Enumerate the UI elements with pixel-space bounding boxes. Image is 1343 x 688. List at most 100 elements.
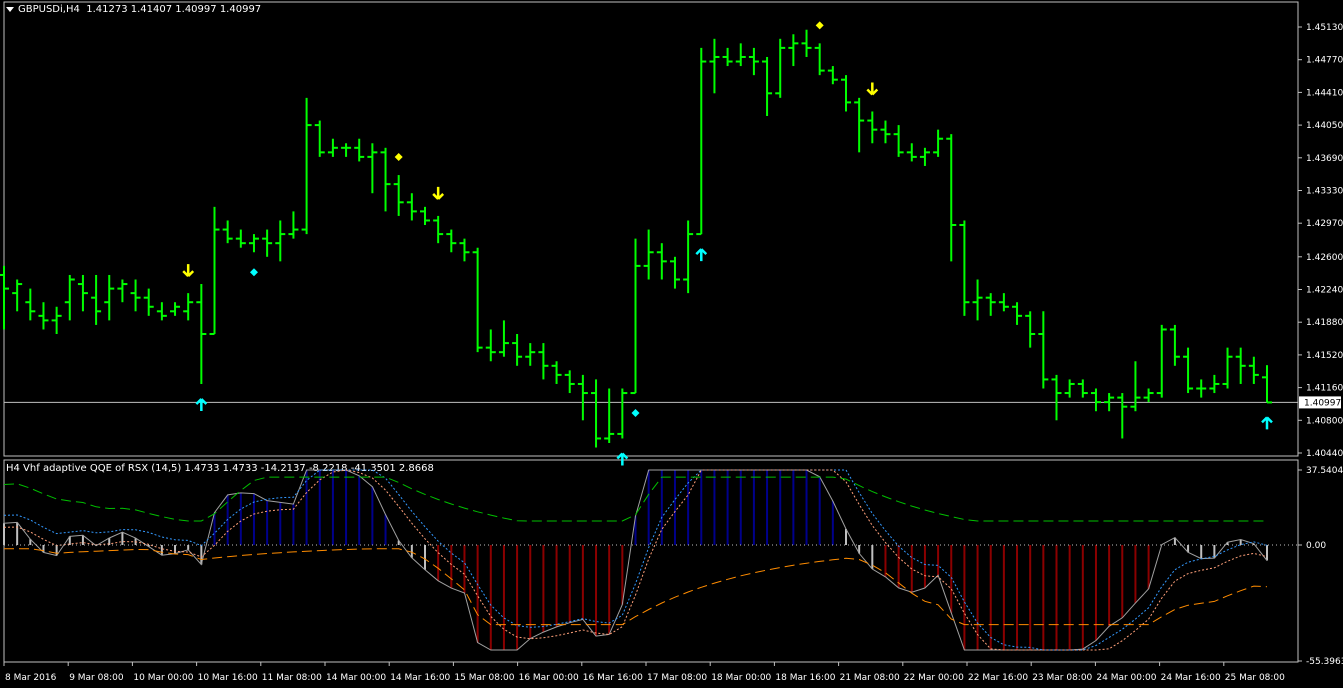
ohlc-bar — [0, 265, 9, 330]
ohlc-bar — [814, 43, 825, 76]
ohlc-bar — [854, 97, 865, 153]
ohlc-bar — [1235, 347, 1246, 384]
price-tick-label: 1.42970 — [1306, 219, 1343, 229]
sell-arrow-icon — [866, 82, 879, 96]
ohlc-bar — [314, 120, 325, 157]
price-tick-label: 1.45130 — [1306, 23, 1343, 33]
ohlc-bar — [301, 97, 312, 235]
indicator-min-label: -55.3963 — [1306, 657, 1343, 667]
ohlc-bar — [485, 329, 496, 362]
ohlc-bar — [1196, 379, 1207, 398]
ohlc-bar — [354, 138, 365, 162]
ohlc-bar — [683, 220, 694, 294]
buy-arrow-icon — [1261, 416, 1273, 430]
ohlc-bar — [998, 293, 1009, 312]
ohlc-bar — [893, 125, 904, 157]
ohlc-bar — [1143, 388, 1154, 403]
time-tick-label: 16 Mar 16:00 — [583, 673, 643, 683]
ohlc-bar — [1038, 311, 1049, 389]
ohlc-bar — [130, 279, 141, 312]
ohlc-bar — [12, 279, 23, 312]
time-tick-label: 24 Mar 16:00 — [1161, 673, 1221, 683]
ohlc-bar — [288, 211, 299, 239]
ohlc-bar — [669, 256, 680, 289]
ohlc-bar — [1156, 324, 1167, 398]
time-tick-label: 21 Mar 08:00 — [840, 673, 900, 683]
ohlc-bar — [209, 206, 220, 336]
ohlc-bar — [393, 175, 404, 216]
ohlc-bar — [143, 288, 154, 316]
time-tick-label: 22 Mar 16:00 — [968, 673, 1028, 683]
ohlc-bar — [498, 320, 509, 357]
ohlc-bar — [525, 343, 536, 366]
ohlc-bars — [0, 29, 1272, 448]
ohlc-bar — [696, 47, 707, 236]
time-axis: 8 Mar 2016 9 Mar 08:00 10 Mar 00:00 10 Mar … — [3, 662, 1285, 683]
price-tick-label: 1.41880 — [1306, 318, 1343, 328]
ohlc-bar — [459, 238, 470, 262]
ohlc-bar — [735, 43, 746, 67]
ohlc-bar — [1051, 374, 1062, 421]
buy-arrow-icon — [616, 452, 629, 466]
ohlc-bar — [841, 75, 851, 112]
price-tick-label: 1.42600 — [1306, 253, 1343, 263]
ohlc-bar — [1012, 302, 1023, 325]
ohlc-bar — [880, 120, 891, 144]
time-tick-label: 9 Mar 08:00 — [69, 673, 124, 683]
ohlc-bar — [117, 279, 128, 303]
time-tick-label: 11 Mar 08:00 — [262, 673, 322, 683]
ohlc-bar — [406, 193, 417, 221]
buy-arrow-icon — [195, 398, 208, 411]
ohlc-bar — [604, 388, 615, 444]
price-tick-label: 1.43330 — [1306, 186, 1343, 196]
ohlc-bar — [722, 47, 733, 67]
ohlc-bar — [156, 302, 167, 321]
ohlc-bar — [196, 284, 207, 384]
ohlc-bar — [801, 29, 812, 57]
ohlc-bar — [1090, 388, 1101, 412]
ohlc-bar — [275, 220, 286, 262]
indicator-max-label: 37.5404 — [1306, 466, 1343, 476]
ohlc-bar — [933, 129, 944, 157]
time-tick-label: 14 Mar 16:00 — [390, 673, 450, 683]
ohlc-bar — [420, 206, 430, 226]
time-tick-label: 18 Mar 00:00 — [711, 673, 771, 683]
ohlc-bar — [1025, 311, 1036, 348]
ohlc-bar — [919, 147, 930, 166]
time-tick-label: 10 Mar 00:00 — [133, 673, 193, 683]
price-chart-canvas[interactable]: 1.45130 1.44770 1.44410 1.44050 1.43690 1.433… — [0, 0, 1343, 688]
price-tick-label: 1.44410 — [1306, 88, 1343, 98]
ohlc-bar — [577, 374, 588, 421]
time-tick-label: 15 Mar 08:00 — [454, 673, 514, 683]
indicator-panel — [3, 469, 1298, 651]
ohlc-bar — [235, 229, 246, 248]
time-tick-label: 17 Mar 08:00 — [647, 673, 707, 683]
ohlc-bar — [985, 293, 996, 316]
ohlc-bar — [748, 47, 759, 76]
ohlc-bar — [1130, 361, 1141, 412]
ohlc-bar — [617, 388, 628, 439]
price-tick-label: 1.44050 — [1306, 121, 1343, 131]
ohlc-bar — [38, 302, 49, 330]
ohlc-bar — [1169, 324, 1180, 366]
lower-level-line — [4, 548, 1268, 626]
ohlc-bar — [591, 379, 602, 448]
ohlc-bar — [564, 370, 575, 394]
price-tick-label: 1.42240 — [1306, 286, 1343, 296]
main-chart-border — [3, 1, 1299, 457]
ohlc-bar — [170, 302, 181, 316]
rsx-line — [3, 469, 1268, 651]
ohlc-bar — [709, 38, 720, 94]
ohlc-bar — [788, 34, 799, 67]
price-tick-label: 1.41520 — [1306, 351, 1343, 361]
signal-diamond-icon — [631, 409, 640, 418]
time-tick-label: 23 Mar 08:00 — [1032, 673, 1092, 683]
ohlc-bar — [630, 238, 641, 395]
time-tick-label: 18 Mar 16:00 — [775, 673, 835, 683]
ohlc-bar — [367, 143, 378, 194]
ohlc-bar — [380, 147, 391, 212]
ohlc-bar — [446, 229, 457, 253]
time-tick-label: 16 Mar 00:00 — [519, 673, 579, 683]
ohlc-bar — [867, 111, 878, 144]
ohlc-bar — [1209, 374, 1220, 394]
